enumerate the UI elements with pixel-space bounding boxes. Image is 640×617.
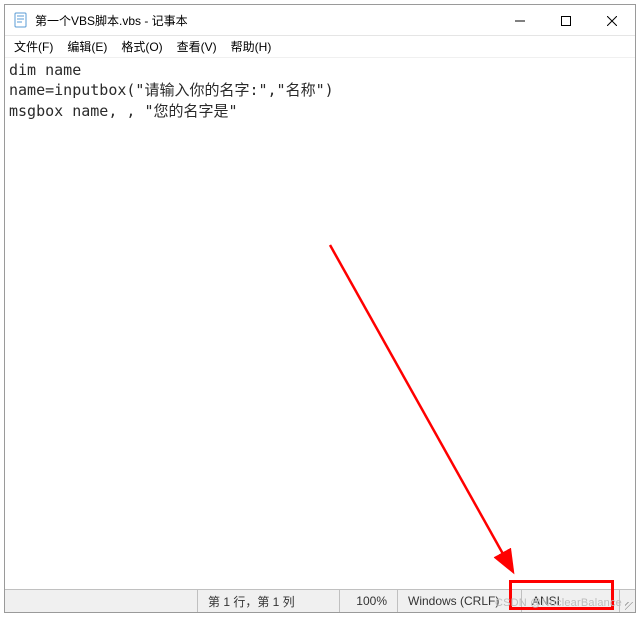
titlebar[interactable]: 第一个VBS脚本.vbs - 记事本: [5, 5, 635, 36]
minimize-button[interactable]: [497, 5, 543, 36]
menu-view[interactable]: 查看(V): [170, 36, 224, 57]
status-encoding: ANSI: [521, 590, 619, 612]
menubar: 文件(F) 编辑(E) 格式(O) 查看(V) 帮助(H): [5, 36, 635, 57]
resize-grip[interactable]: [619, 590, 635, 612]
status-empty: [5, 590, 197, 612]
menu-format[interactable]: 格式(O): [114, 36, 169, 57]
close-button[interactable]: [589, 5, 635, 36]
menu-edit[interactable]: 编辑(E): [60, 36, 114, 57]
app-icon: [13, 12, 29, 28]
statusbar: 第 1 行，第 1 列 100% Windows (CRLF) ANSI: [5, 589, 635, 612]
maximize-button[interactable]: [543, 5, 589, 36]
notepad-window: 第一个VBS脚本.vbs - 记事本 文件(F) 编辑(E) 格式(O) 查看(…: [4, 4, 636, 613]
window-title: 第一个VBS脚本.vbs - 记事本: [35, 12, 188, 29]
status-line-ending: Windows (CRLF): [397, 590, 521, 612]
menu-file[interactable]: 文件(F): [7, 36, 60, 57]
status-zoom: 100%: [339, 590, 397, 612]
text-editor[interactable]: dim name name=inputbox("请输入你的名字:","名称") …: [5, 57, 635, 589]
status-position: 第 1 行，第 1 列: [197, 590, 339, 612]
menu-help[interactable]: 帮助(H): [224, 36, 279, 57]
